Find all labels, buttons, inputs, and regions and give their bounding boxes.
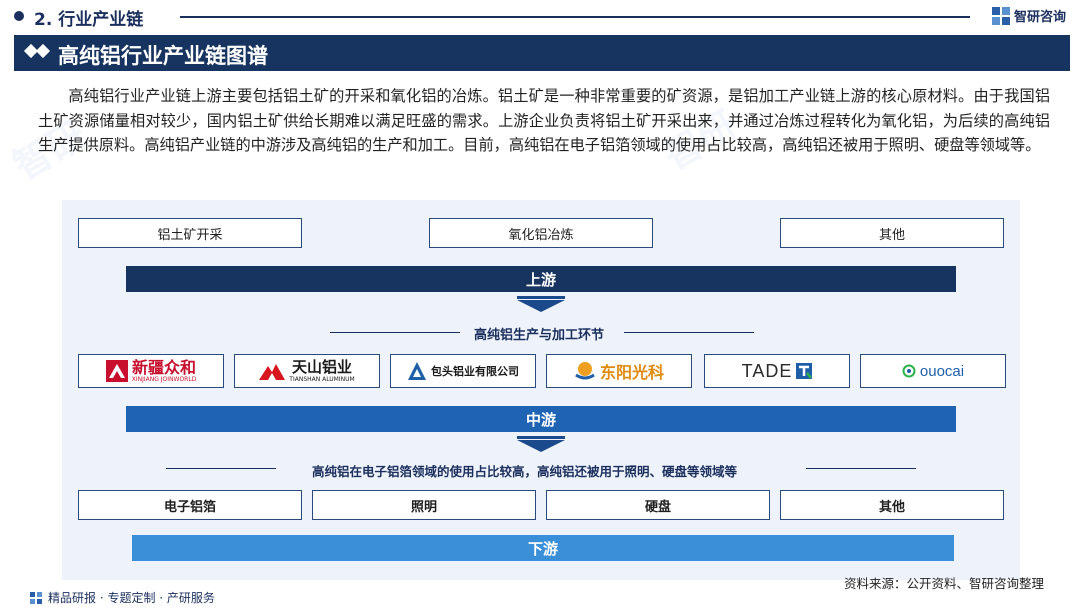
upstream-stage-bar: 上游 <box>126 266 956 292</box>
downstream-stage-bar: 下游 <box>132 535 954 561</box>
company-logo-joinworld: 新疆众和 XINJIANG JOINWORLD <box>78 354 224 388</box>
intro-paragraph: 高纯铝行业产业链上游主要包括铝土矿的开采和氧化铝的冶炼。铝土矿是一种非常重要的矿… <box>38 87 1050 154</box>
company-subname: XINJIANG JOINWORLD <box>131 375 197 383</box>
chain-diagram-panel <box>62 200 1020 580</box>
company-name: TADE <box>741 360 793 381</box>
company-name: 东阳光科 <box>599 363 664 382</box>
baotou-logo-icon <box>408 362 426 380</box>
page-title: 高纯铝行业产业链图谱 <box>58 44 268 68</box>
down-arrow-icon <box>517 300 565 312</box>
section-header: 2. 行业产业链 智研咨询 <box>0 0 1080 34</box>
tianshan-logo-icon <box>259 364 286 380</box>
brand: 智研咨询 <box>991 6 1066 25</box>
midstream-caption: 高纯铝生产与加工环节 <box>474 328 605 343</box>
footer-tagline: 精品研报 · 专题定制 · 产研服务 <box>30 589 215 606</box>
upstream-item: 铝土矿开采 <box>78 218 302 248</box>
company-name: ouocai <box>919 362 965 380</box>
company-logo-guocai: ouocai <box>860 354 1006 388</box>
downstream-item: 其他 <box>780 490 1004 520</box>
downstream-item: 硬盘 <box>546 490 770 520</box>
company-subname: TIANSHAN ALUMINUM <box>289 375 355 383</box>
guocai-logo-icon <box>902 364 916 378</box>
downstream-item: 电子铝箔 <box>78 490 302 520</box>
bullet-icon <box>14 11 24 21</box>
upstream-item: 氧化铝冶炼 <box>429 218 653 248</box>
zhiyan-logo-icon <box>30 591 42 604</box>
company-logo-tade: TADE <box>704 354 850 388</box>
double-diamond-icon <box>23 43 51 59</box>
upstream-item: 其他 <box>780 218 1004 248</box>
down-arrow-icon <box>517 440 565 452</box>
zhiyan-logo-icon <box>991 6 1010 25</box>
down-arrow-icon <box>517 436 565 439</box>
caption-rule <box>330 332 460 333</box>
company-name: 新疆众和 <box>131 357 196 377</box>
company-name: 包头铝业有限公司 <box>431 365 519 378</box>
downstream-item: 照明 <box>312 490 536 520</box>
dongyangguang-logo-icon <box>575 362 595 380</box>
caption-rule <box>166 468 276 469</box>
midstream-stage-bar: 中游 <box>126 406 956 432</box>
footer-text: 精品研报 · 专题定制 · 产研服务 <box>48 591 215 605</box>
down-arrow-icon <box>517 296 565 299</box>
source-note: 资料来源：公开资料、智研咨询整理 <box>843 576 1044 591</box>
company-name: 天山铝业 <box>291 357 352 376</box>
downstream-caption: 高纯铝在电子铝箔领域的使用占比较高，高纯铝还被用于照明、硬盘等领域等 <box>312 464 738 479</box>
company-logo-dongyangguang: 东阳光科 <box>546 354 692 388</box>
title-banner: 高纯铝行业产业链图谱 <box>14 35 1070 71</box>
section-title: 2. 行业产业链 <box>34 10 144 30</box>
tade-logo-icon <box>796 363 813 379</box>
caption-rule <box>806 468 916 469</box>
caption-rule <box>624 332 754 333</box>
joinworld-logo-icon <box>105 360 128 382</box>
brand-name: 智研咨询 <box>1013 10 1066 25</box>
company-logo-baotou: 包头铝业有限公司 <box>390 354 536 388</box>
header-rule <box>180 16 970 18</box>
company-logo-tianshan: 天山铝业 TIANSHAN ALUMINUM <box>234 354 380 388</box>
